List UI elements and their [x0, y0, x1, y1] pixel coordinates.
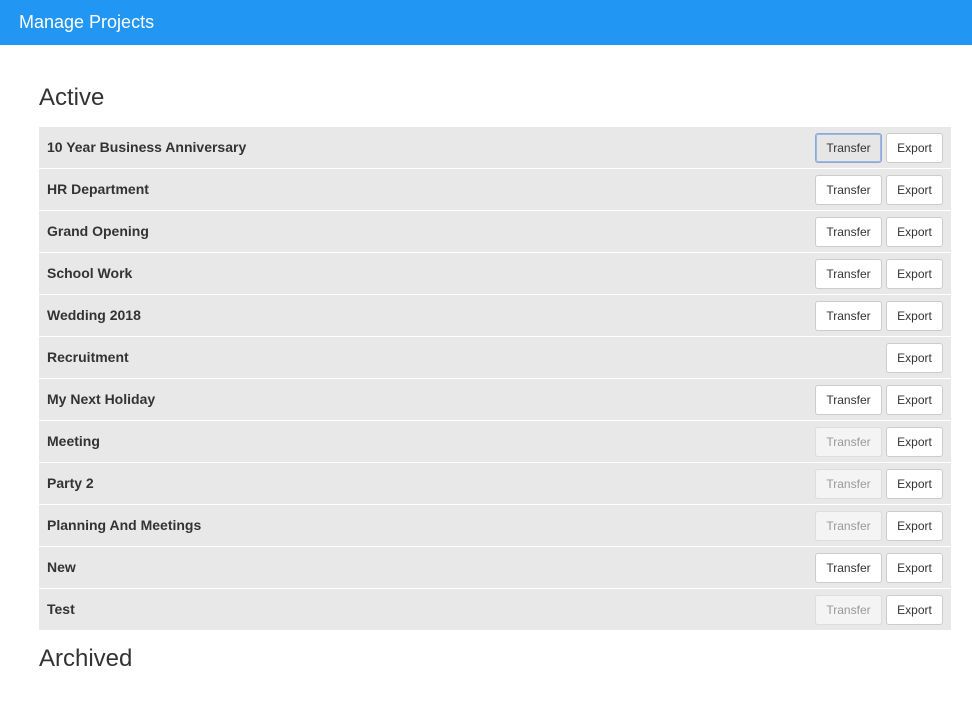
project-name: Party 2 — [47, 475, 94, 491]
transfer-button[interactable]: Transfer — [815, 217, 882, 247]
transfer-button: Transfer — [815, 595, 882, 625]
project-row: Meeting Transfer Export — [39, 421, 951, 462]
transfer-button[interactable]: Transfer — [815, 553, 882, 583]
project-name: My Next Holiday — [47, 391, 156, 407]
project-row: Grand Opening Transfer Export — [39, 211, 951, 252]
top-app-bar: Manage Projects — [0, 0, 972, 45]
export-button[interactable]: Export — [886, 175, 943, 205]
project-name: Recruitment — [47, 349, 129, 365]
project-name: New — [47, 559, 76, 575]
export-button[interactable]: Export — [886, 343, 943, 373]
transfer-button: Transfer — [815, 427, 882, 457]
project-row: Test Transfer Export — [39, 589, 951, 630]
project-row: Planning And Meetings Transfer Export — [39, 505, 951, 546]
project-row: New Transfer Export — [39, 547, 951, 588]
project-row: HR Department Transfer Export — [39, 169, 951, 210]
project-row: Wedding 2018 Transfer Export — [39, 295, 951, 336]
export-button[interactable]: Export — [886, 553, 943, 583]
project-name: Grand Opening — [47, 223, 149, 239]
project-name: HR Department — [47, 181, 149, 197]
project-row: My Next Holiday Transfer Export — [39, 379, 951, 420]
export-button[interactable]: Export — [886, 217, 943, 247]
project-name: 10 Year Business Anniversary — [47, 139, 247, 155]
transfer-button[interactable]: Transfer — [815, 133, 882, 163]
export-button[interactable]: Export — [886, 133, 943, 163]
project-row: School Work Transfer Export — [39, 253, 951, 294]
active-section-heading: Active — [39, 84, 105, 111]
transfer-button: Transfer — [815, 469, 882, 499]
project-name: Planning And Meetings — [47, 517, 202, 533]
export-button[interactable]: Export — [886, 259, 943, 289]
export-button[interactable]: Export — [886, 385, 943, 415]
export-button[interactable]: Export — [886, 595, 943, 625]
project-name: Wedding 2018 — [47, 307, 141, 323]
archived-section-heading: Archived — [39, 645, 133, 672]
transfer-button[interactable]: Transfer — [815, 259, 882, 289]
page-title: Manage Projects — [19, 12, 155, 32]
project-row: 10 Year Business Anniversary Transfer Ex… — [39, 127, 951, 168]
active-project-list: 10 Year Business Anniversary Transfer Ex… — [39, 127, 951, 631]
project-name: School Work — [47, 265, 133, 281]
transfer-button[interactable]: Transfer — [815, 175, 882, 205]
project-name: Meeting — [47, 433, 100, 449]
project-name: Test — [47, 601, 75, 617]
transfer-button[interactable]: Transfer — [815, 301, 882, 331]
export-button[interactable]: Export — [886, 427, 943, 457]
export-button[interactable]: Export — [886, 469, 943, 499]
export-button[interactable]: Export — [886, 511, 943, 541]
transfer-button[interactable]: Transfer — [815, 385, 882, 415]
transfer-button: Transfer — [815, 511, 882, 541]
project-row: Party 2 Transfer Export — [39, 463, 951, 504]
project-row: Recruitment Export — [39, 337, 951, 378]
export-button[interactable]: Export — [886, 301, 943, 331]
